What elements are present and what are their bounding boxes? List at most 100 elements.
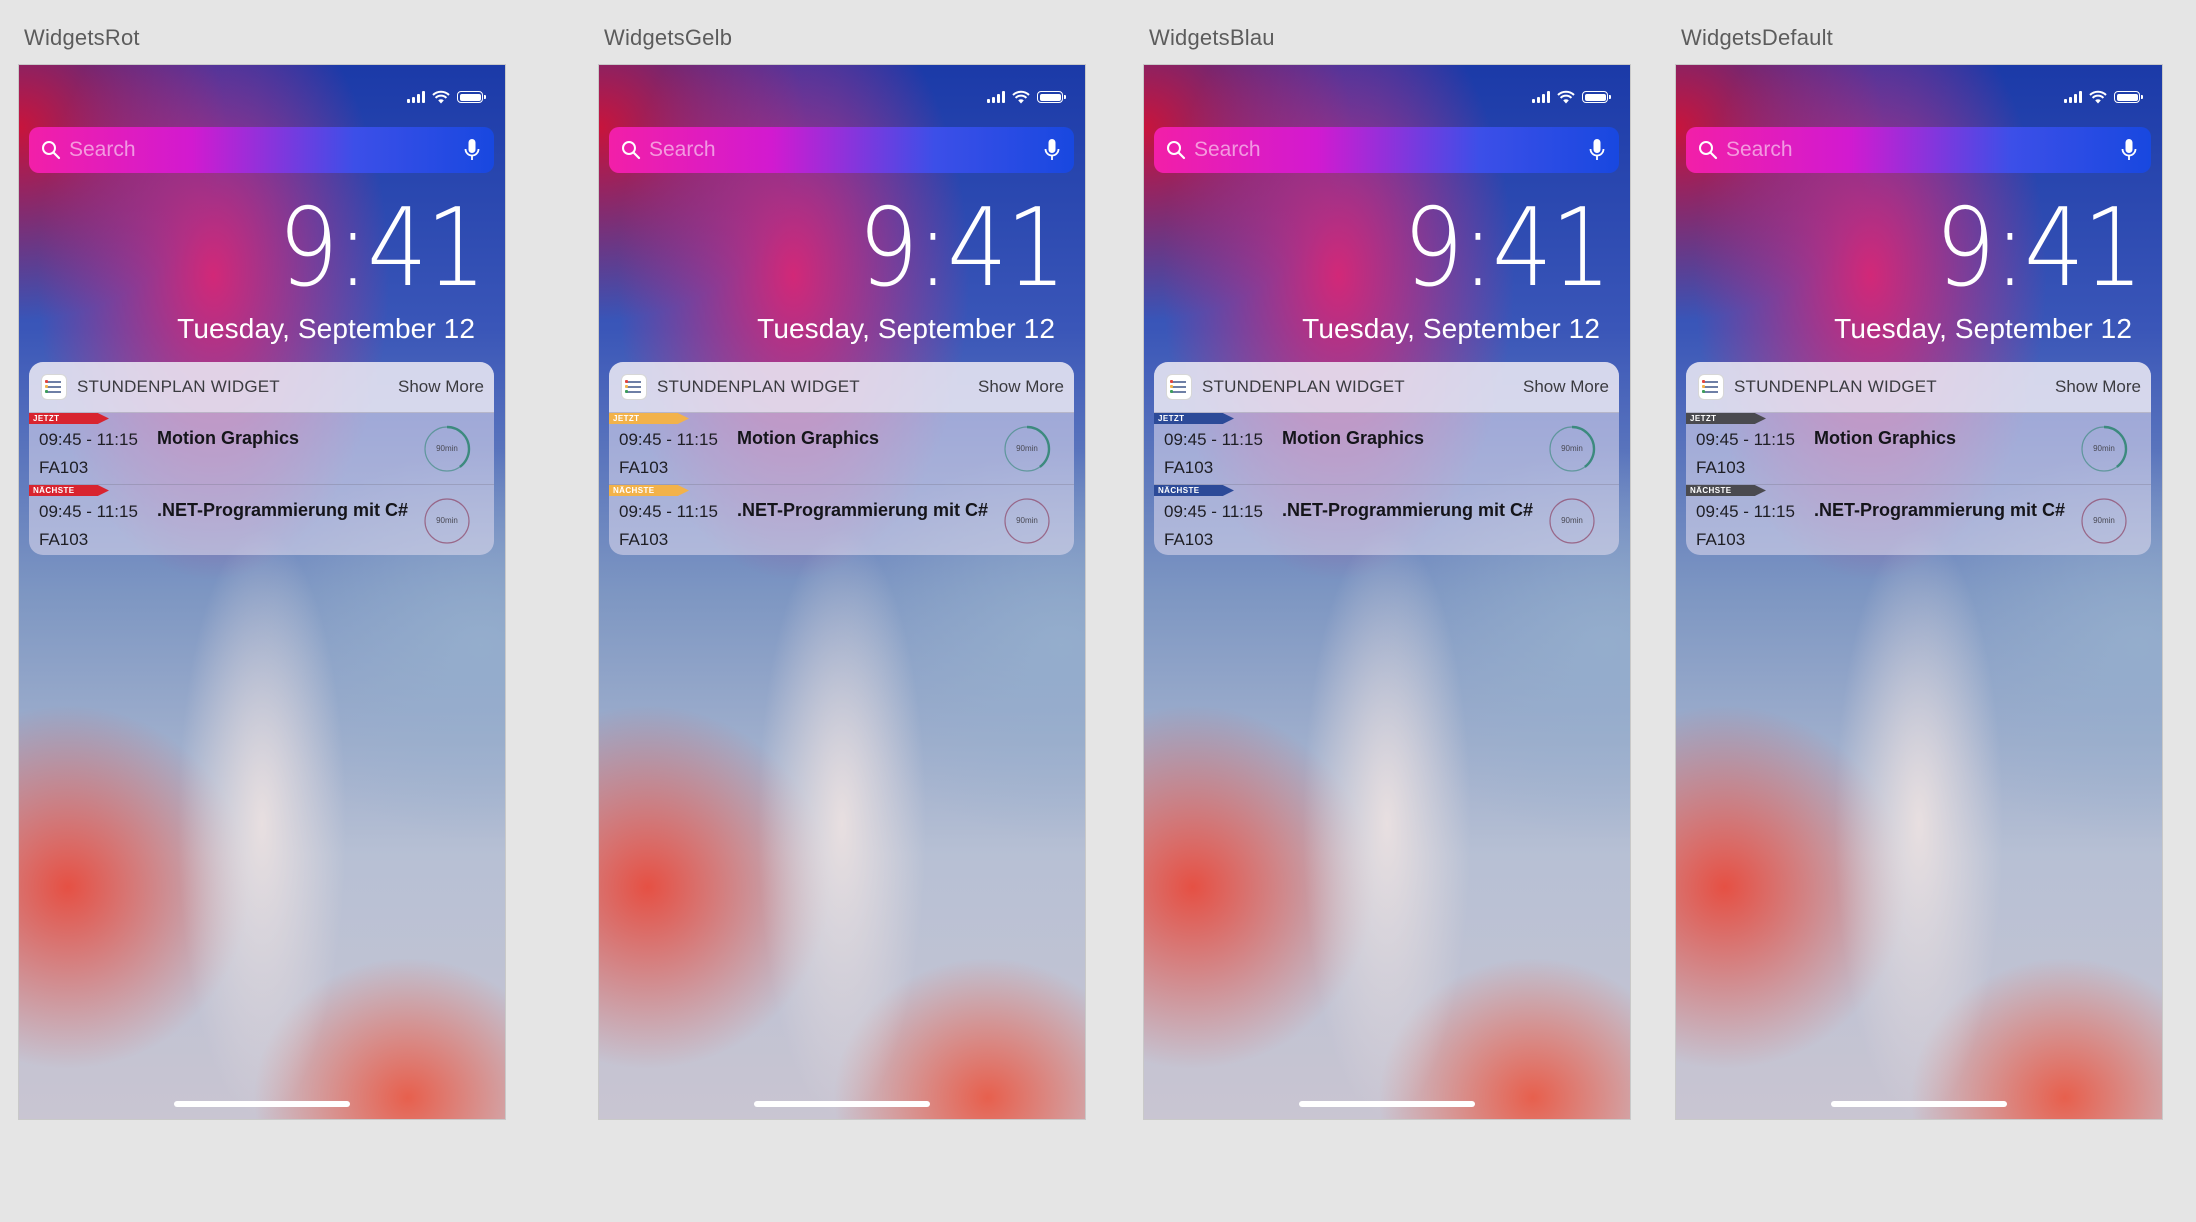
lesson-time: 09:45 - 11:15 (1696, 502, 1795, 521)
calendar-app-icon (1698, 374, 1724, 400)
status-tag: NÄCHSTE (1686, 485, 1766, 496)
widget-app-name: STUNDENPLAN WIDGET (1734, 377, 1937, 396)
search-icon (622, 141, 641, 160)
schedule-row[interactable]: JETZT 09:45 - 11:15 FA103 Motion Graphic… (29, 413, 494, 484)
artboard-title[interactable]: WidgetsDefault (1681, 25, 1833, 51)
schedule-row[interactable]: NÄCHSTE 09:45 - 11:15 FA103 .NET-Program… (1686, 484, 2151, 555)
search-placeholder: Search (1726, 138, 1793, 161)
search-placeholder: Search (1194, 138, 1261, 161)
show-more-button[interactable]: Show More (2055, 377, 2141, 397)
lesson-time: 09:45 - 11:15 (619, 502, 718, 521)
home-indicator[interactable] (174, 1101, 350, 1107)
widget-rows: JETZT 09:45 - 11:15 FA103 Motion Graphic… (29, 413, 494, 555)
duration-label: 90min (1016, 516, 1038, 525)
lesson-room: FA103 (1696, 530, 1746, 549)
lockscreen-date: Tuesday, September 12 (177, 313, 475, 344)
duration-label: 90min (1561, 444, 1583, 453)
status-bar (2064, 87, 2143, 107)
artboard-title[interactable]: WidgetsBlau (1149, 25, 1275, 51)
status-tag: JETZT (1154, 413, 1234, 424)
status-tag-label: JETZT (1158, 414, 1185, 423)
show-more-button[interactable]: Show More (1523, 377, 1609, 397)
duration-label: 90min (1561, 516, 1583, 525)
widget-rows: JETZT 09:45 - 11:15 FA103 Motion Graphic… (1686, 413, 2151, 555)
status-tag-label: NÄCHSTE (1690, 486, 1732, 495)
stundenplan-widget[interactable]: STUNDENPLAN WIDGET Show More JETZT 09:45… (1154, 362, 1619, 555)
microphone-icon[interactable] (1589, 138, 1605, 162)
schedule-row[interactable]: NÄCHSTE 09:45 - 11:15 FA103 .NET-Program… (1154, 484, 1619, 555)
status-tag: NÄCHSTE (609, 485, 689, 496)
schedule-row[interactable]: NÄCHSTE 09:45 - 11:15 FA103 .NET-Program… (29, 484, 494, 555)
status-tag-label: NÄCHSTE (1158, 486, 1200, 495)
battery-icon (1037, 91, 1066, 103)
home-indicator[interactable] (1299, 1101, 1475, 1107)
status-bar (1532, 87, 1611, 107)
lesson-room: FA103 (1164, 458, 1214, 477)
status-tag-label: JETZT (613, 414, 640, 423)
schedule-row[interactable]: NÄCHSTE 09:45 - 11:15 FA103 .NET-Program… (609, 484, 1074, 555)
lockscreen-clock: 9:41 (278, 186, 487, 311)
show-more-button[interactable]: Show More (978, 377, 1064, 397)
widget-rows: JETZT 09:45 - 11:15 FA103 Motion Graphic… (1154, 413, 1619, 555)
search-field[interactable]: Search (29, 127, 494, 173)
phone-screen: Search 9:41 Tuesday, September 12 STUNDE… (1143, 64, 1631, 1120)
calendar-app-icon (621, 374, 647, 400)
battery-icon (2114, 91, 2143, 103)
status-tag: JETZT (1686, 413, 1766, 424)
schedule-row[interactable]: JETZT 09:45 - 11:15 FA103 Motion Graphic… (1154, 413, 1619, 484)
stundenplan-widget[interactable]: STUNDENPLAN WIDGET Show More JETZT 09:45… (1686, 362, 2151, 555)
lesson-subject: Motion Graphics (737, 428, 880, 448)
lesson-room: FA103 (1696, 458, 1746, 477)
search-field[interactable]: Search (1154, 127, 1619, 173)
lesson-subject: Motion Graphics (1282, 428, 1425, 448)
microphone-icon[interactable] (1044, 138, 1060, 162)
duration-label: 90min (2093, 516, 2115, 525)
show-more-button[interactable]: Show More (398, 377, 484, 397)
search-icon (1167, 141, 1186, 160)
lesson-time: 09:45 - 11:15 (39, 502, 138, 521)
microphone-icon[interactable] (2121, 138, 2137, 162)
status-tag: NÄCHSTE (29, 485, 109, 496)
status-tag: JETZT (609, 413, 689, 424)
cellular-signal-icon (407, 91, 425, 103)
status-tag-label: JETZT (33, 414, 60, 423)
lesson-subject: .NET-Programmierung mit C# (157, 500, 409, 520)
lesson-room: FA103 (619, 458, 669, 477)
battery-icon (1582, 91, 1611, 103)
cellular-signal-icon (2064, 91, 2082, 103)
schedule-row[interactable]: JETZT 09:45 - 11:15 FA103 Motion Graphic… (609, 413, 1074, 484)
status-tag: NÄCHSTE (1154, 485, 1234, 496)
widget-header: STUNDENPLAN WIDGET Show More (609, 362, 1074, 413)
lesson-room: FA103 (39, 458, 89, 477)
search-icon (42, 141, 61, 160)
search-field[interactable]: Search (1686, 127, 2151, 173)
phone-screen: Search 9:41 Tuesday, September 12 STUNDE… (1675, 64, 2163, 1120)
phone-screen: Search 9:41 Tuesday, September 12 STUNDE… (598, 64, 1086, 1120)
home-indicator[interactable] (754, 1101, 930, 1107)
microphone-icon[interactable] (464, 138, 480, 162)
widget-header: STUNDENPLAN WIDGET Show More (1686, 362, 2151, 413)
lesson-room: FA103 (1164, 530, 1214, 549)
duration-label: 90min (436, 444, 458, 453)
lesson-room: FA103 (619, 530, 669, 549)
lesson-subject: .NET-Programmierung mit C# (737, 500, 989, 520)
wifi-icon (1012, 90, 1030, 104)
lockscreen-date: Tuesday, September 12 (757, 313, 1055, 344)
artboard-title[interactable]: WidgetsRot (24, 25, 140, 51)
lesson-time: 09:45 - 11:15 (1164, 430, 1263, 449)
stundenplan-widget[interactable]: STUNDENPLAN WIDGET Show More JETZT 09:45… (29, 362, 494, 555)
artboard-title[interactable]: WidgetsGelb (604, 25, 732, 51)
lesson-time: 09:45 - 11:15 (619, 430, 718, 449)
home-indicator[interactable] (1831, 1101, 2007, 1107)
status-bar (987, 87, 1066, 107)
stundenplan-widget[interactable]: STUNDENPLAN WIDGET Show More JETZT 09:45… (609, 362, 1074, 555)
lesson-subject: Motion Graphics (157, 428, 300, 448)
lesson-time: 09:45 - 11:15 (39, 430, 138, 449)
search-field[interactable]: Search (609, 127, 1074, 173)
lockscreen-clock: 9:41 (858, 186, 1067, 311)
phone-screen: Search 9:41 Tuesday, September 12 STUNDE… (18, 64, 506, 1120)
status-tag-label: JETZT (1690, 414, 1717, 423)
duration-label: 90min (2093, 444, 2115, 453)
wifi-icon (1557, 90, 1575, 104)
schedule-row[interactable]: JETZT 09:45 - 11:15 FA103 Motion Graphic… (1686, 413, 2151, 484)
